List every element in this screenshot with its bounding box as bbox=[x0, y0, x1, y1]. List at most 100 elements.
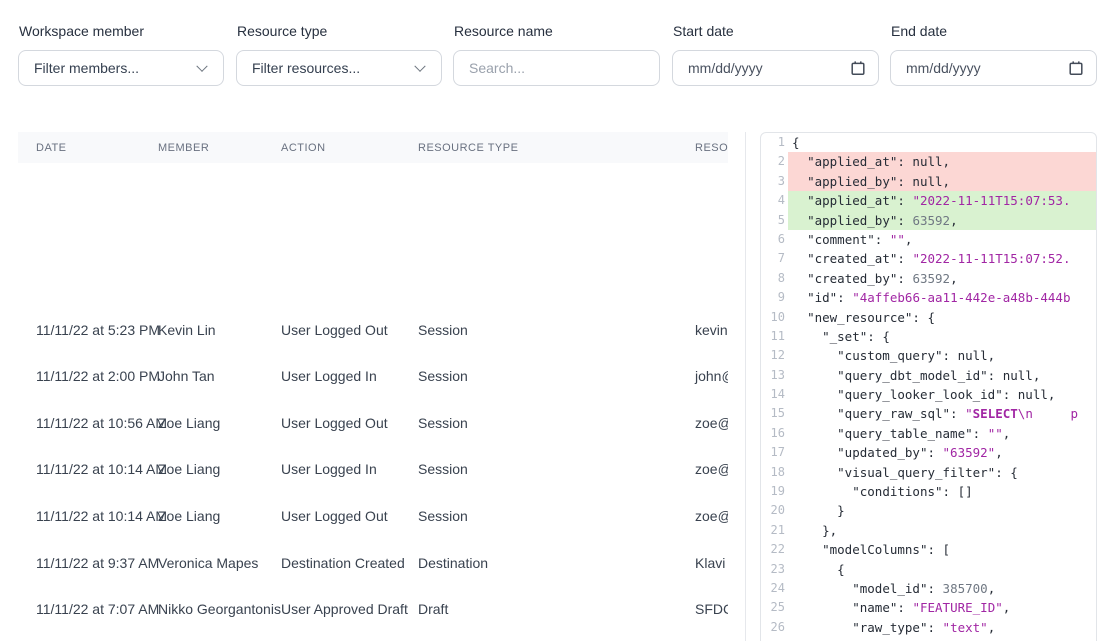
cell-member: Nikko Georgantonis bbox=[158, 632, 281, 641]
code-line: 12 "custom_query": null, bbox=[761, 346, 1096, 365]
cell-member: John Tan bbox=[158, 353, 215, 400]
table-row[interactable]: 11/11/22 at 7:07 AMNikko GeorgantonisMod… bbox=[18, 632, 728, 641]
code-line: 18 "visual_query_filter": { bbox=[761, 463, 1096, 482]
line-content: "visual_query_filter": { bbox=[788, 463, 1096, 482]
code-line: 9 "id": "4affeb66-aa11-442e-a48b-444b bbox=[761, 288, 1096, 307]
line-number: 1 bbox=[761, 133, 788, 152]
workspace-member-select[interactable]: Filter members... bbox=[18, 50, 224, 86]
table-row[interactable]: 11/11/22 at 9:37 AMVeronica Mapes Destina… bbox=[18, 539, 728, 586]
line-number: 17 bbox=[761, 443, 788, 462]
cell-resource_name: john@ bbox=[695, 353, 728, 400]
column-header: RESOURCE NAME bbox=[695, 132, 728, 163]
cell-date: 11/11/22 at 7:07 AM bbox=[36, 632, 159, 641]
cell-member: Zoe Liang bbox=[158, 399, 220, 446]
code-line: 10 "new_resource": { bbox=[761, 308, 1096, 327]
code-line: 8 "created_by": 63592, bbox=[761, 269, 1096, 288]
code-line: 22 "modelColumns": [ bbox=[761, 540, 1096, 559]
line-content: }, bbox=[788, 521, 1096, 540]
calendar-icon bbox=[850, 60, 866, 76]
code-lines: 1{2 "applied_at": null,3 "applied_by": n… bbox=[761, 133, 1096, 641]
line-content: "query_raw_sql": "SELECT\n p bbox=[788, 404, 1096, 423]
line-content: { bbox=[788, 560, 1096, 579]
line-content: "updated_by": "63592", bbox=[788, 443, 1096, 462]
code-line: 14 "query_looker_look_id": null, bbox=[761, 385, 1096, 404]
cell-member: Zoe Liang bbox=[158, 492, 220, 539]
line-content: "query_table_name": "", bbox=[788, 424, 1096, 443]
line-content: "custom_query": null, bbox=[788, 346, 1096, 365]
cell-resource_type: Session bbox=[418, 353, 468, 400]
code-line: 2 "applied_at": null, bbox=[761, 152, 1096, 171]
column-header: DATE bbox=[36, 132, 67, 163]
panel-divider bbox=[745, 132, 746, 641]
line-number: 6 bbox=[761, 230, 788, 249]
code-line: 15 "query_raw_sql": "SELECT\n p bbox=[761, 404, 1096, 423]
line-number: 21 bbox=[761, 521, 788, 540]
cell-date: 11/11/22 at 9:37 AM bbox=[36, 539, 159, 586]
line-number: 25 bbox=[761, 598, 788, 617]
cell-resource_name: zoe@ bbox=[695, 399, 728, 446]
line-content: "model_id": 385700, bbox=[788, 579, 1096, 598]
resource-type-label: Resource type bbox=[237, 24, 327, 39]
table-row[interactable]: 11/11/22 at 10:14 AMZoe LiangUser Logged… bbox=[18, 492, 728, 539]
cell-resource_name: SFDC bbox=[695, 632, 728, 641]
json-diff-panel[interactable]: 1{2 "applied_at": null,3 "applied_by": n… bbox=[760, 132, 1097, 641]
code-line: 11 "_set": { bbox=[761, 327, 1096, 346]
line-content: "conditions": [] bbox=[788, 482, 1096, 501]
cell-date: 11/11/22 at 10:14 AM bbox=[36, 446, 167, 493]
line-number: 27 bbox=[761, 637, 788, 641]
audit-log-page: Workspace member Filter members... Resou… bbox=[0, 0, 1120, 641]
chevron-down-icon bbox=[196, 61, 207, 72]
code-line: 17 "updated_by": "63592", bbox=[761, 443, 1096, 462]
cell-resource_name: zoe@ bbox=[695, 492, 728, 539]
line-content: "_set": { bbox=[788, 327, 1096, 346]
cell-member: Nikko Georgantonis bbox=[158, 586, 281, 633]
line-content: "query_dbt_model_id": null, bbox=[788, 366, 1096, 385]
table-row[interactable]: 11/11/22 at 10:56 AMZoe LiangUser Logged… bbox=[18, 399, 728, 446]
cell-member: Kevin Lin bbox=[158, 306, 216, 353]
line-number: 7 bbox=[761, 249, 788, 268]
start-date-label: Start date bbox=[673, 24, 734, 39]
cell-member: Veronica Mapes bbox=[158, 539, 258, 586]
line-content: "id": "4affeb66-aa11-442e-a48b-444b bbox=[788, 288, 1096, 307]
line-number: 22 bbox=[761, 540, 788, 559]
cell-action: User Logged Out bbox=[281, 399, 388, 446]
line-content: "comment": "", bbox=[788, 230, 1096, 249]
table-header: DATEMEMBERACTIONRESOURCE TYPERESOURCE NA… bbox=[18, 132, 728, 163]
line-number: 8 bbox=[761, 269, 788, 288]
cell-resource_name: Klavi bbox=[695, 539, 725, 586]
cell-member: Zoe Liang bbox=[158, 446, 220, 493]
line-content: "type": "string", bbox=[788, 637, 1096, 641]
line-content: } bbox=[788, 501, 1096, 520]
code-line: 3 "applied_by": null, bbox=[761, 172, 1096, 191]
table-row[interactable]: 11/11/22 at 2:00 PMJohn Tan User Logged I… bbox=[18, 353, 728, 400]
code-line: 6 "comment": "", bbox=[761, 230, 1096, 249]
start-date-input[interactable]: mm/dd/yyyy bbox=[672, 50, 879, 86]
code-line: 20 } bbox=[761, 501, 1096, 520]
cell-action: User Logged In bbox=[281, 353, 377, 400]
line-number: 14 bbox=[761, 385, 788, 404]
resource-type-select[interactable]: Filter resources... bbox=[236, 50, 442, 86]
cell-resource_type: Destination bbox=[418, 539, 488, 586]
column-header: ACTION bbox=[281, 132, 326, 163]
cell-date: 11/11/22 at 2:00 PM bbox=[36, 353, 160, 400]
line-content: "raw_type": "text", bbox=[788, 618, 1096, 637]
line-content: { bbox=[788, 133, 1096, 152]
resource-name-search-input[interactable] bbox=[453, 50, 660, 86]
cell-date: 11/11/22 at 7:07 AM bbox=[36, 586, 159, 633]
end-date-input[interactable]: mm/dd/yyyy bbox=[890, 50, 1097, 86]
end-date-label: End date bbox=[891, 24, 947, 39]
cell-resource_name: zoe@ bbox=[695, 446, 728, 493]
line-content: "name": "FEATURE_ID", bbox=[788, 598, 1096, 617]
line-number: 16 bbox=[761, 424, 788, 443]
table-row[interactable]: 11/11/22 at 7:07 AMNikko GeorgantonisUse… bbox=[18, 586, 728, 633]
line-number: 26 bbox=[761, 618, 788, 637]
workspace-member-select-value: Filter members... bbox=[34, 60, 139, 76]
cell-date: 11/11/22 at 5:23 PM bbox=[36, 306, 160, 353]
line-content: "applied_at": null, bbox=[788, 152, 1096, 171]
code-line: 4 "applied_at": "2022-11-11T15:07:53. bbox=[761, 191, 1096, 210]
table-row[interactable]: 11/11/22 at 5:23 PMKevin LinUser Logged … bbox=[18, 306, 728, 353]
code-line: 16 "query_table_name": "", bbox=[761, 424, 1096, 443]
line-content: "query_looker_look_id": null, bbox=[788, 385, 1096, 404]
calendar-icon bbox=[1068, 60, 1084, 76]
table-row[interactable]: 11/11/22 at 10:14 AMZoe LiangUser Logged… bbox=[18, 446, 728, 493]
